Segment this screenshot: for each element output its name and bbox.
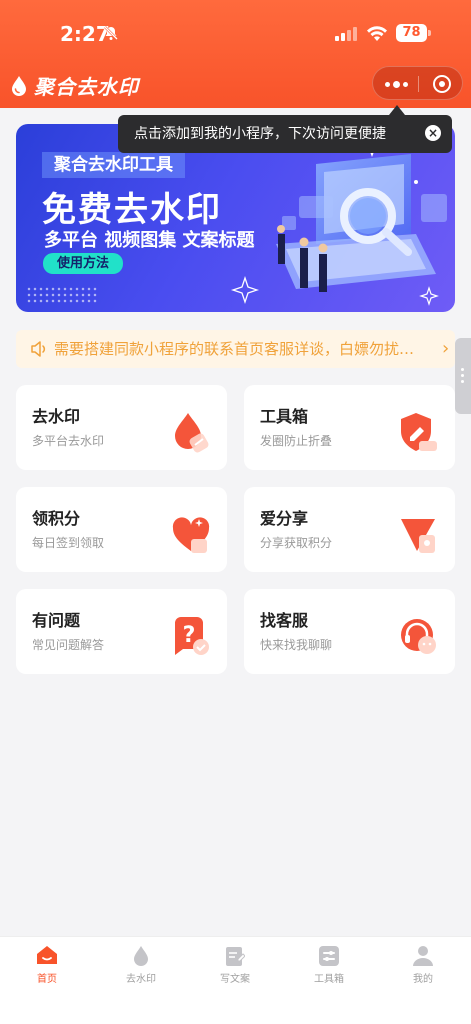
status-bar: 2:27 78 (0, 0, 471, 62)
shield-pencil-icon (401, 413, 437, 451)
card-title: 去水印 (32, 407, 81, 426)
tab-home[interactable]: 首页 (17, 945, 77, 985)
notice-bar[interactable]: 需要搭建同款小程序的联系首页客服详谈，白嫖勿扰… › (16, 330, 455, 368)
page-title: 聚合去水印 (34, 75, 139, 99)
how-to-use-button[interactable]: 使用方法 (43, 253, 123, 274)
document-edit-icon (226, 947, 245, 966)
tab-toolbox[interactable]: 工具箱 (299, 945, 359, 985)
toolbox-icon (319, 946, 339, 966)
notice-text: 需要搭建同款小程序的联系首页客服详谈，白嫖勿扰… (54, 340, 415, 358)
card-subtitle: 常见问题解答 (32, 638, 105, 652)
tab-label: 首页 (37, 974, 57, 985)
wifi-icon (367, 26, 387, 41)
more-icon[interactable] (385, 81, 408, 88)
signal-icon (335, 27, 357, 41)
tab-write-copy[interactable]: 写文案 (205, 945, 265, 985)
tooltip-arrow (389, 105, 405, 115)
headset-icon (401, 619, 436, 654)
card-title: 有问题 (32, 611, 81, 630)
bottom-tab-bar: 首页 去水印 写文案 工具箱 我的 (0, 936, 471, 1024)
add-to-my-programs-tooltip: 点击添加到我的小程序，下次访问更便捷 (118, 115, 452, 153)
droplet-icon (134, 946, 148, 966)
user-icon (413, 946, 433, 966)
card-subtitle: 多平台去水印 (32, 434, 105, 448)
card-faq[interactable]: 有问题 常见问题解答 ? (16, 589, 227, 674)
svg-text:?: ? (183, 623, 196, 648)
droplet-logo-icon (12, 75, 26, 96)
brand: 聚合去水印 (10, 71, 139, 100)
tab-label: 写文案 (220, 974, 250, 985)
card-earn-points[interactable]: 领积分 每日签到领取 (16, 487, 227, 572)
card-subtitle: 每日签到领取 (32, 536, 105, 550)
banner-subline: 多平台 视频图集 文案标题 (44, 230, 255, 251)
card-subtitle: 发圈防止折叠 (260, 434, 333, 448)
heart-icon (172, 517, 210, 553)
capsule-divider (418, 76, 419, 92)
chevron-right-icon: › (442, 338, 450, 359)
card-title: 找客服 (260, 611, 309, 630)
card-title: 爱分享 (260, 509, 309, 528)
card-customer-service[interactable]: 找客服 快来找我聊聊 (244, 589, 455, 674)
card-toolbox[interactable]: 工具箱 发圈防止折叠 (244, 385, 455, 470)
close-target-icon[interactable] (433, 75, 451, 93)
share-icon (401, 519, 435, 553)
banner-headline: 免费去水印 (42, 190, 222, 230)
tab-label: 工具箱 (314, 974, 344, 985)
tooltip-close-button[interactable]: × (425, 125, 441, 141)
mini-program-capsule[interactable] (372, 66, 463, 100)
droplet-icon (175, 413, 209, 453)
card-title: 领积分 (32, 509, 81, 528)
battery-tip (428, 30, 431, 36)
battery-level: 78 (396, 24, 427, 42)
tab-remove-watermark[interactable]: 去水印 (111, 945, 171, 985)
bell-muted-icon (104, 26, 118, 40)
card-subtitle: 分享获取积分 (260, 536, 333, 550)
banner-kicker: 聚合去水印工具 (42, 152, 185, 178)
tooltip-text: 点击添加到我的小程序，下次访问更便捷 (134, 126, 386, 142)
question-icon: ? (175, 617, 209, 655)
home-icon (37, 946, 57, 964)
card-subtitle: 快来找我聊聊 (260, 638, 333, 652)
card-remove-watermark[interactable]: 去水印 多平台去水印 (16, 385, 227, 470)
speaker-icon (31, 341, 46, 357)
card-share[interactable]: 爱分享 分享获取积分 (244, 487, 455, 572)
header: 2:27 78 聚合去水印 (0, 0, 471, 108)
banner-dot-pattern (26, 286, 98, 304)
tab-label: 去水印 (126, 974, 156, 985)
tab-profile[interactable]: 我的 (393, 945, 453, 985)
card-title: 工具箱 (260, 407, 309, 426)
tab-label: 我的 (413, 974, 433, 985)
side-drawer-handle[interactable] (455, 338, 471, 414)
